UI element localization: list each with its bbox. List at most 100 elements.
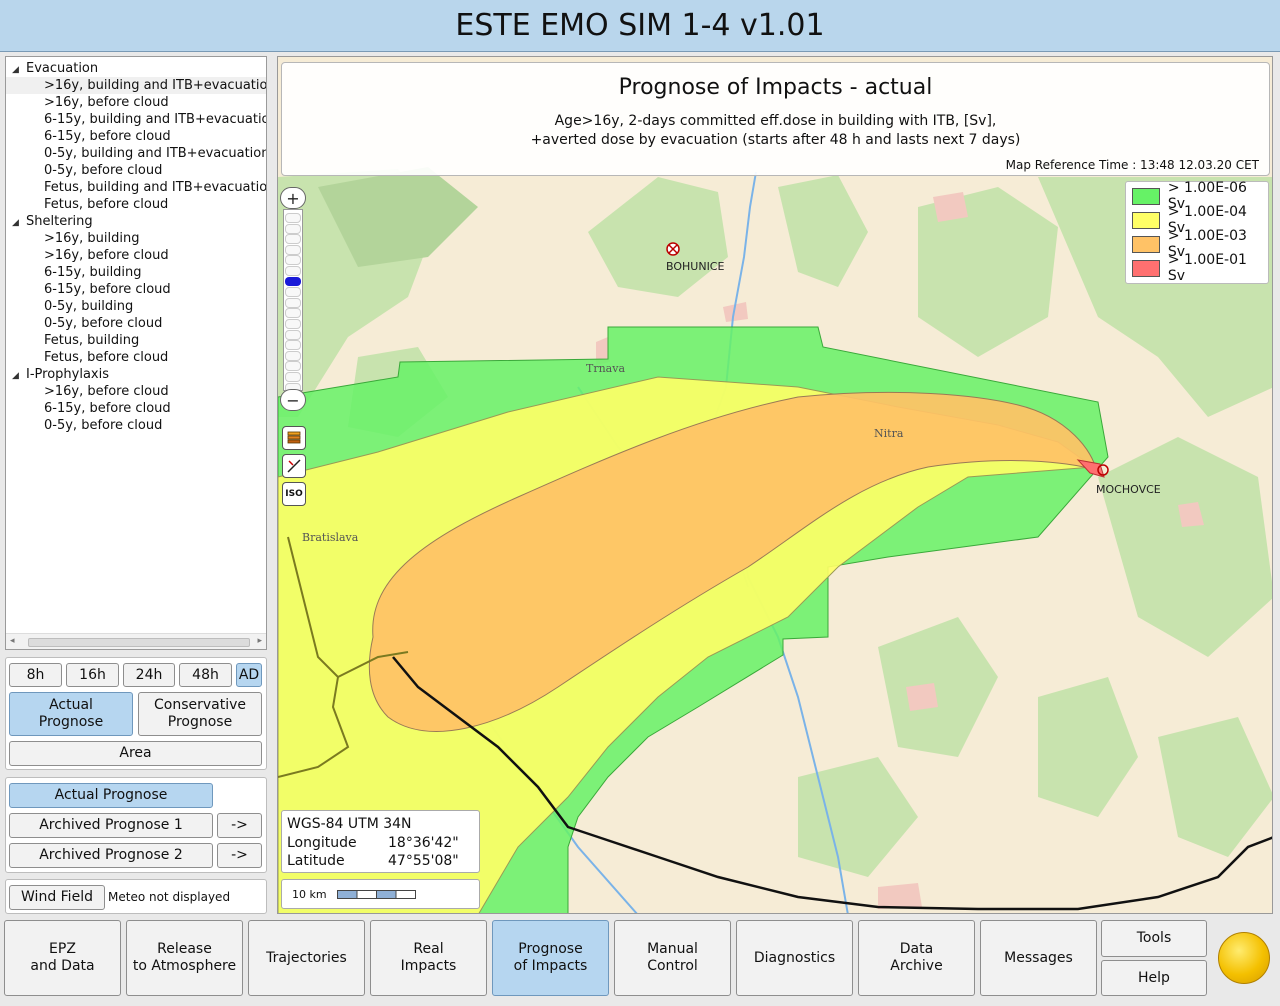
tree-item[interactable]: 0-5y, before cloud <box>6 162 266 179</box>
tree-item[interactable]: Fetus, before cloud <box>6 349 266 366</box>
tree-item[interactable]: >16y, building and ITB+evacuation <box>6 77 266 94</box>
legend-item-1e-04: > 1.00E-04 Sv <box>1132 204 1268 236</box>
actual-prognose-button[interactable]: Actual Prognose <box>9 692 133 736</box>
zoom-step[interactable] <box>285 255 301 266</box>
tree-horizontal-scrollbar[interactable]: ◂ ▸ <box>6 633 266 649</box>
tree-item[interactable]: 0-5y, building and ITB+evacuation <box>6 145 266 162</box>
time-24h-button[interactable]: 24h <box>123 663 175 687</box>
zoom-out-button[interactable]: − <box>280 389 306 411</box>
tree-category-sheltering[interactable]: ◢ Sheltering <box>6 213 266 230</box>
scroll-right-icon[interactable]: ▸ <box>257 636 262 646</box>
nav-real-impacts-button[interactable]: Real Impacts <box>370 920 487 996</box>
conservative-prognose-button[interactable]: Conservative Prognose <box>138 692 262 736</box>
zoom-step[interactable] <box>285 223 301 234</box>
place-label-trnava: Trnava <box>586 362 626 375</box>
zoom-step[interactable] <box>285 287 301 298</box>
tree-category-i-prophylaxis[interactable]: ◢ I-Prophylaxis <box>6 366 266 383</box>
place-label-bratislava: Bratislava <box>302 531 359 544</box>
tree-item[interactable]: >16y, before cloud <box>6 94 266 111</box>
iso-icon[interactable]: ISO <box>282 482 306 506</box>
expand-arrow-icon[interactable]: ◢ <box>12 62 26 79</box>
layers-icon[interactable] <box>282 426 306 450</box>
expand-arrow-icon[interactable]: ◢ <box>12 368 26 385</box>
legend-swatch <box>1132 259 1160 277</box>
legend-swatch <box>1132 235 1160 253</box>
tree-item[interactable]: >16y, before cloud <box>6 247 266 264</box>
tree-item[interactable]: 0-5y, before cloud <box>6 417 266 434</box>
nav-release-to-atmosphere-button[interactable]: Release to Atmosphere <box>126 920 243 996</box>
archive-actual-prognose-button[interactable]: Actual Prognose <box>9 783 213 808</box>
tree-item[interactable]: 0-5y, building <box>6 298 266 315</box>
coordinates-box: WGS-84 UTM 34N Longitude 18°36'42" Latit… <box>281 810 480 873</box>
scroll-thumb[interactable] <box>28 638 250 647</box>
tree-item[interactable]: 6-15y, building <box>6 264 266 281</box>
tree-item[interactable]: >16y, before cloud <box>6 383 266 400</box>
expand-arrow-icon[interactable]: ◢ <box>12 215 26 232</box>
tree-item[interactable]: >16y, building <box>6 230 266 247</box>
tree-item[interactable]: Fetus, building <box>6 332 266 349</box>
tree-category-label: Sheltering <box>26 214 93 229</box>
nav-diagnostics-button[interactable]: Diagnostics <box>736 920 853 996</box>
zoom-in-button[interactable]: + <box>280 187 306 209</box>
legend-item-1e-06: > 1.00E-06 Sv <box>1132 180 1268 212</box>
zoom-step[interactable] <box>285 234 301 245</box>
dose-category-tree[interactable]: ◢ Evacuation >16y, building and ITB+evacua… <box>5 56 267 650</box>
latitude-value: 47°55'08" <box>388 853 459 869</box>
map-view[interactable]: BOHUNICE MOCHOVCE Trnava Nitra Bratislav… <box>277 56 1273 914</box>
archived-prognose-2-arrow-button[interactable]: -> <box>217 843 262 868</box>
zoom-step[interactable] <box>285 361 301 372</box>
zoom-step[interactable] <box>285 340 301 351</box>
zoom-step[interactable] <box>285 297 301 308</box>
nav-trajectories-button[interactable]: Trajectories <box>248 920 365 996</box>
zoom-step[interactable] <box>285 266 301 276</box>
longitude-label: Longitude <box>287 835 357 851</box>
nav-manual-control-button[interactable]: Manual Control <box>614 920 731 996</box>
map-reference-time: Map Reference Time : 13:48 12.03.20 CET <box>1005 158 1259 172</box>
tree-item[interactable]: 0-5y, before cloud <box>6 315 266 332</box>
nav-prognose-of-impacts-button[interactable]: Prognose of Impacts <box>492 920 609 996</box>
zoom-step[interactable] <box>285 244 301 255</box>
measure-icon[interactable] <box>282 454 306 478</box>
tree-item[interactable]: 6-15y, building and ITB+evacuation <box>6 111 266 128</box>
wind-field-button[interactable]: Wind Field <box>9 885 105 910</box>
time-ad-button[interactable]: AD <box>236 663 262 687</box>
time-16h-button[interactable]: 16h <box>66 663 119 687</box>
tree-category-label: I-Prophylaxis <box>26 367 109 382</box>
time-48h-button[interactable]: 48h <box>179 663 232 687</box>
zoom-step[interactable] <box>285 308 301 319</box>
time-8h-button[interactable]: 8h <box>9 663 62 687</box>
tree-item[interactable]: Fetus, before cloud <box>6 196 266 213</box>
zoom-step[interactable] <box>285 350 301 361</box>
archived-prognose-2-button[interactable]: Archived Prognose 2 <box>9 843 213 868</box>
archived-prognose-1-arrow-button[interactable]: -> <box>217 813 262 838</box>
place-label-nitra: Nitra <box>874 427 904 440</box>
scroll-left-icon[interactable]: ◂ <box>10 636 15 646</box>
zoom-step[interactable] <box>285 372 301 382</box>
nav-data-archive-button[interactable]: Data Archive <box>858 920 975 996</box>
archived-prognose-1-button[interactable]: Archived Prognose 1 <box>9 813 213 838</box>
title-bar: ESTE EMO SIM 1-4 v1.01 <box>0 0 1280 52</box>
nav-epz-and-data-button[interactable]: EPZ and Data <box>4 920 121 996</box>
help-button[interactable]: Help <box>1101 960 1207 996</box>
coordinate-system: WGS-84 UTM 34N <box>287 816 412 832</box>
zoom-step[interactable] <box>285 213 301 223</box>
tools-button[interactable]: Tools <box>1101 920 1207 957</box>
area-button[interactable]: Area <box>9 741 262 766</box>
tree-item[interactable]: 6-15y, before cloud <box>6 400 266 417</box>
nav-messages-button[interactable]: Messages <box>980 920 1097 996</box>
legend-label: > 1.00E-01 Sv <box>1167 252 1247 284</box>
tree-category-label: Evacuation <box>26 61 99 76</box>
zoom-step[interactable] <box>285 319 301 329</box>
tree-item[interactable]: Fetus, building and ITB+evacuation <box>6 179 266 196</box>
zoom-slider[interactable] <box>283 209 303 393</box>
tree-item[interactable]: 6-15y, before cloud <box>6 281 266 298</box>
tree-category-evacuation[interactable]: ◢ Evacuation <box>6 60 266 77</box>
zoom-control[interactable]: + − <box>280 187 306 412</box>
zoom-knob[interactable] <box>285 276 301 286</box>
map-subtitle-line2: +averted dose by evacuation (starts afte… <box>530 132 1021 148</box>
legend-item-1e-03: > 1.00E-03 Sv <box>1132 228 1268 260</box>
legend-item-1e-01: > 1.00E-01 Sv <box>1132 252 1268 284</box>
zoom-step[interactable] <box>285 329 301 340</box>
map-subtitle-line1: Age>16y, 2-days committed eff.dose in bu… <box>554 113 997 129</box>
tree-item[interactable]: 6-15y, before cloud <box>6 128 266 145</box>
